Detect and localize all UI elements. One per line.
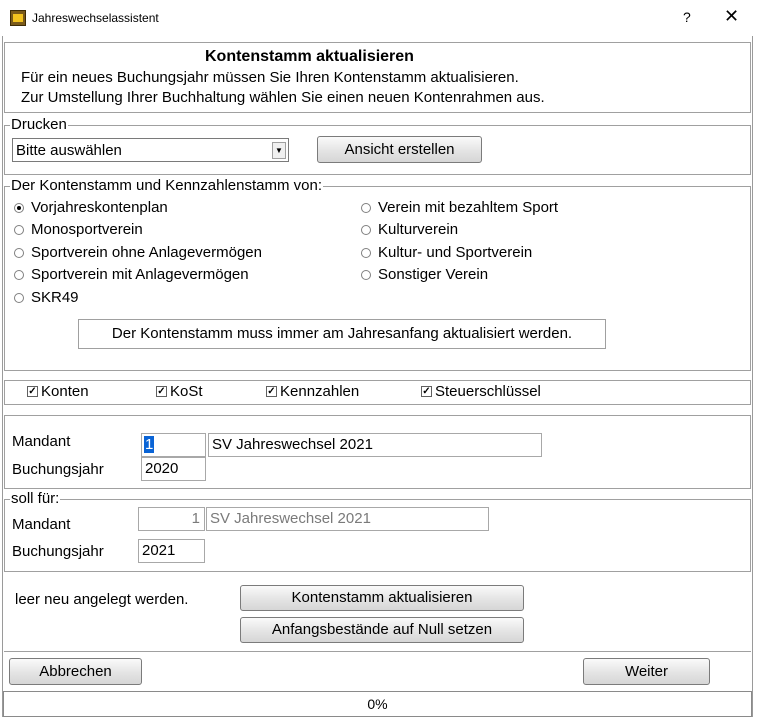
window-title: Jahreswechselassistent <box>32 11 159 25</box>
app-icon <box>10 10 26 26</box>
target-mandant-label: Mandant <box>12 516 71 533</box>
radio-bezahlter-sport[interactable] <box>361 203 371 213</box>
print-select-value: Bitte auswählen <box>16 142 122 159</box>
next-button[interactable]: Weiter <box>583 658 710 685</box>
checkbox-steuerschluessel[interactable]: ✓ <box>421 386 432 397</box>
checkbox-kost[interactable]: ✓ <box>156 386 167 397</box>
print-select[interactable]: Bitte auswählen ▼ <box>12 138 289 162</box>
header-description-1: Für ein neues Buchungsjahr müssen Sie Ih… <box>21 69 519 86</box>
info-message: Der Kontenstamm muss immer am Jahresanfa… <box>78 319 606 349</box>
checkbox-konten[interactable]: ✓ <box>27 386 38 397</box>
radio-label[interactable]: Sportverein ohne Anlagevermögen <box>31 244 262 261</box>
target-mandant-name: SV Jahreswechsel 2021 <box>206 507 489 531</box>
mandant-name-input[interactable]: SV Jahreswechsel 2021 <box>208 433 542 457</box>
radio-label[interactable]: Sportverein mit Anlagevermögen <box>31 266 249 283</box>
radio-label[interactable]: Verein mit bezahltem Sport <box>378 199 558 216</box>
source-legend: Der Kontenstamm und Kennzahlenstamm von: <box>10 177 323 194</box>
target-legend: soll für: <box>10 490 61 507</box>
preview-button[interactable]: Ansicht erstellen <box>317 136 482 163</box>
header-panel: Kontenstamm aktualisieren Für ein neues … <box>4 42 751 113</box>
progress-text: 0% <box>367 696 388 712</box>
radio-monosportverein[interactable] <box>14 225 24 235</box>
target-mandant-number: 1 <box>138 507 205 531</box>
checkbox-kennzahlen[interactable]: ✓ <box>266 386 277 397</box>
mandant-number-value: 1 <box>144 436 155 453</box>
radio-sportverein-mit[interactable] <box>14 270 24 280</box>
cancel-button[interactable]: Abbrechen <box>9 658 142 685</box>
radio-label[interactable]: Monosportverein <box>31 221 143 238</box>
header-description-2: Zur Umstellung Ihrer Buchhaltung wählen … <box>21 89 545 106</box>
checkbox-label[interactable]: Kennzahlen <box>280 383 359 400</box>
radio-label[interactable]: Vorjahreskontenplan <box>31 199 168 216</box>
radio-vorjahreskontenplan[interactable] <box>14 203 24 213</box>
radio-label[interactable]: Kultur- und Sportverein <box>378 244 532 261</box>
radio-kulturverein[interactable] <box>361 225 371 235</box>
radio-sonstiger-verein[interactable] <box>361 270 371 280</box>
target-year-label: Buchungsjahr <box>12 543 104 560</box>
target-year-input[interactable]: 2021 <box>138 539 205 563</box>
reset-balances-button[interactable]: Anfangsbestände auf Null setzen <box>240 617 524 643</box>
radio-skr49[interactable] <box>14 293 24 303</box>
mandant-number-input[interactable]: 1 <box>141 433 206 457</box>
year-input[interactable]: 2020 <box>141 457 206 481</box>
progress-bar: 0% <box>3 691 752 717</box>
close-button[interactable]: ✕ <box>724 6 739 27</box>
checkbox-label[interactable]: Steuerschlüssel <box>435 383 541 400</box>
radio-sportverein-ohne[interactable] <box>14 248 24 258</box>
year-label: Buchungsjahr <box>12 461 104 478</box>
update-kontenstamm-button[interactable]: Kontenstamm aktualisieren <box>240 585 524 611</box>
chevron-down-icon[interactable]: ▼ <box>272 142 286 159</box>
radio-label[interactable]: Sonstiger Verein <box>378 266 488 283</box>
radio-kultur-sport[interactable] <box>361 248 371 258</box>
mandant-label: Mandant <box>12 433 71 450</box>
page-title: Kontenstamm aktualisieren <box>205 48 414 65</box>
title-bar: Jahreswechselassistent ? ✕ <box>0 0 757 36</box>
action-note: leer neu angelegt werden. <box>15 591 189 608</box>
help-button[interactable]: ? <box>683 9 691 25</box>
radio-label[interactable]: Kulturverein <box>378 221 458 238</box>
checkbox-row <box>4 380 751 405</box>
checkbox-label[interactable]: Konten <box>41 383 89 400</box>
print-legend: Drucken <box>10 116 68 133</box>
checkbox-label[interactable]: KoSt <box>170 383 203 400</box>
radio-label[interactable]: SKR49 <box>31 289 79 306</box>
